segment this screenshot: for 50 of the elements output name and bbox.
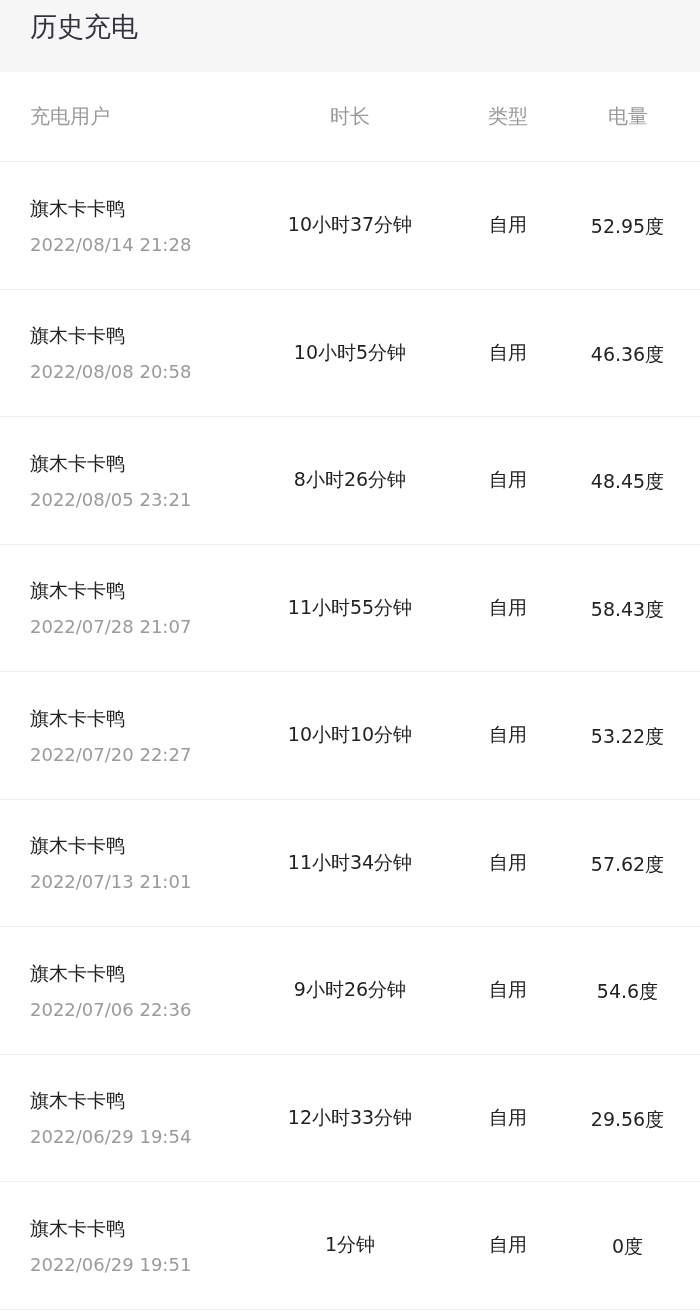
duration-cell-text: 10小时37分钟 [287, 212, 413, 238]
column-header: 时长 [330, 103, 370, 130]
energy-cell-text: 46.36度 [590, 341, 665, 367]
user-name: 旗木卡卡鸭 [30, 960, 125, 986]
duration-cell-text: 1分钟 [324, 1232, 376, 1258]
type-cell-text: 自用 [488, 594, 527, 620]
charge-time: 2022/08/14 21:28 [30, 233, 192, 255]
duration-cell-text: 12小时33分钟 [287, 1104, 413, 1130]
duration-cell-text: 11小时34分钟 [287, 849, 413, 875]
user-name: 旗木卡卡鸭 [30, 578, 125, 604]
charge-time: 2022/08/05 23:21 [30, 488, 192, 510]
type-cell-text: 自用 [488, 722, 527, 748]
type-cell-text: 自用 [488, 1232, 527, 1258]
charge-time: 2022/06/29 19:54 [30, 1126, 192, 1148]
user-name: 旗木卡卡鸭 [30, 833, 125, 859]
duration-cell-text: 10小时10分钟 [287, 722, 413, 748]
energy-cell-text: 48.45度 [590, 469, 665, 495]
user-name: 旗木卡卡鸭 [30, 1215, 125, 1241]
energy-cell-text: 0度 [611, 1234, 644, 1260]
column-header: 类型 [487, 103, 528, 130]
user-name: 旗木卡卡鸭 [30, 450, 125, 476]
type-cell-text: 自用 [488, 339, 527, 365]
energy-cell-text: 58.43度 [590, 596, 665, 622]
user-name: 旗木卡卡鸭 [30, 323, 125, 349]
energy-cell-text: 54.6度 [596, 979, 659, 1005]
type-cell-text: 自用 [488, 212, 527, 238]
charge-time: 2022/07/28 21:07 [30, 616, 192, 638]
user-name: 旗木卡卡鸭 [30, 1088, 125, 1114]
page-title: 历史充电 [30, 10, 138, 44]
user-name: 旗木卡卡鸭 [30, 705, 125, 731]
user-name: 旗木卡卡鸭 [30, 195, 125, 221]
duration-cell-text: 9小时26分钟 [293, 977, 407, 1003]
type-cell-text: 自用 [488, 1104, 527, 1130]
duration-cell-text: 10小时5分钟 [293, 339, 407, 365]
type-cell-text: 自用 [488, 467, 527, 493]
energy-cell-text: 52.95度 [590, 214, 665, 240]
duration-cell-text: 11小时55分钟 [287, 594, 413, 620]
charge-time: 2022/07/13 21:01 [30, 871, 192, 893]
type-cell-text: 自用 [488, 849, 527, 875]
column-header: 电量 [607, 103, 648, 130]
column-header: 充电用户 [30, 103, 110, 130]
energy-cell-text: 29.56度 [590, 1106, 665, 1132]
charge-time: 2022/06/29 19:51 [30, 1253, 192, 1275]
energy-cell-text: 53.22度 [590, 724, 665, 750]
type-cell-text: 自用 [488, 977, 527, 1003]
duration-cell-text: 8小时26分钟 [293, 467, 407, 493]
charge-time: 2022/07/06 22:36 [30, 998, 192, 1020]
energy-cell-text: 57.62度 [590, 851, 665, 877]
charge-time: 2022/07/20 22:27 [30, 743, 192, 765]
charge-time: 2022/08/08 20:58 [30, 361, 192, 383]
